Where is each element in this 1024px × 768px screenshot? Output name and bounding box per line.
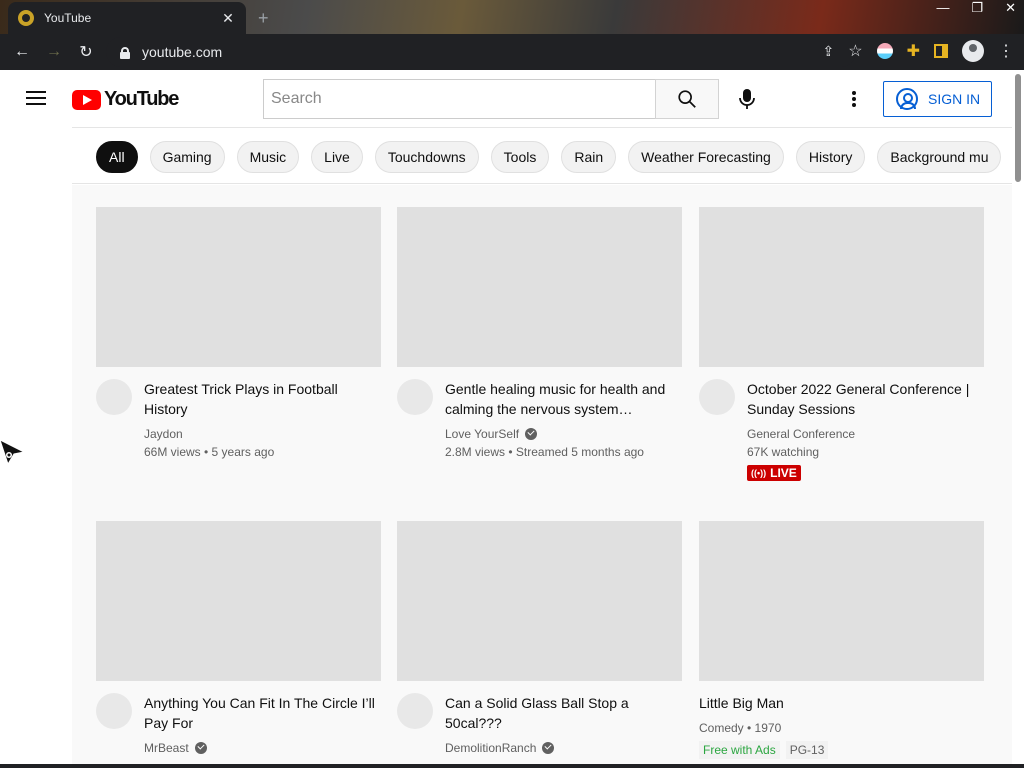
verified-check-icon <box>542 742 555 754</box>
filter-chip[interactable]: All <box>96 141 138 173</box>
channel-avatar[interactable] <box>699 379 735 415</box>
logo-text: YouTube <box>104 88 179 110</box>
video-card[interactable]: Greatest Trick Plays in Football History… <box>96 207 381 461</box>
channel-avatar[interactable] <box>96 379 132 415</box>
filter-chip[interactable]: Live <box>311 141 363 173</box>
bookmark-star-icon[interactable]: ☆ <box>848 41 862 61</box>
microphone-icon <box>739 89 755 109</box>
live-label: LIVE <box>770 466 797 480</box>
share-icon[interactable]: ⇪ <box>823 43 835 60</box>
video-thumbnail[interactable] <box>96 207 381 367</box>
chips-fade <box>1000 128 1012 183</box>
filter-chip[interactable]: Tools <box>490 141 550 173</box>
channel-name[interactable]: DemolitionRanch <box>445 739 536 757</box>
page-scrollbar[interactable] <box>1012 70 1024 764</box>
lock-icon[interactable] <box>120 46 130 59</box>
channel-avatar[interactable] <box>397 693 433 729</box>
video-stats: 2.8M views • Streamed 5 months ago <box>445 445 644 459</box>
video-thumbnail[interactable] <box>96 521 381 681</box>
search-button[interactable] <box>655 79 719 119</box>
toolbar-actions: ⇪ ☆ ✚ ⋮ <box>823 40 1014 62</box>
window-close-icon[interactable]: ✕ <box>1005 0 1016 16</box>
free-with-ads-badge: Free with Ads <box>699 741 780 759</box>
filter-chip[interactable]: Rain <box>561 141 617 173</box>
account-circle-icon <box>896 88 918 110</box>
video-thumbnail[interactable] <box>699 207 984 367</box>
browser-menu-icon[interactable]: ⋮ <box>998 41 1014 61</box>
video-stats: 66M views • 5 years ago <box>144 445 275 459</box>
youtube-logo[interactable]: YouTube <box>72 88 179 111</box>
filter-chip[interactable]: Gaming <box>149 141 225 173</box>
sign-in-label: SIGN IN <box>928 91 981 107</box>
minimize-icon[interactable]: — <box>936 0 949 16</box>
movie-genre-year: Comedy • 1970 <box>699 721 782 735</box>
address-text[interactable]: youtube.com <box>142 44 222 60</box>
search-placeholder: Search <box>271 90 322 107</box>
video-grid: Greatest Trick Plays in Football History… <box>72 185 1012 764</box>
scrollbar-thumb[interactable] <box>1015 74 1021 182</box>
window-controls: — ❐ ✕ <box>936 0 1016 16</box>
channel-name[interactable]: Jaydon <box>144 425 183 443</box>
video-card[interactable]: Can a Solid Glass Ball Stop a 50cal??? D… <box>397 521 682 757</box>
new-tab-button[interactable]: + <box>258 8 269 29</box>
forward-icon[interactable]: → <box>38 43 70 61</box>
video-thumbnail[interactable] <box>397 207 682 367</box>
youtube-header: YouTube Search SIGN IN <box>0 70 1012 126</box>
extensions-puzzle-icon[interactable]: ✚ <box>907 41 920 61</box>
search-input[interactable]: Search <box>263 79 656 119</box>
sign-in-button[interactable]: SIGN IN <box>883 81 992 117</box>
video-thumbnail[interactable] <box>699 521 984 681</box>
browser-tabstrip: YouTube ✕ + — ❐ ✕ <box>0 0 1024 34</box>
video-stats: 67K watching <box>747 445 820 459</box>
filter-chip[interactable]: History <box>795 141 866 173</box>
channel-avatar[interactable] <box>96 693 132 729</box>
channel-name[interactable]: MrBeast <box>144 739 189 757</box>
filter-chip[interactable]: Music <box>236 141 300 173</box>
settings-more-icon[interactable] <box>846 88 862 110</box>
browser-toolbar: ← → ↻ youtube.com ⇪ ☆ ✚ ⋮ <box>0 34 1024 70</box>
channel-avatar[interactable] <box>397 379 433 415</box>
channel-name[interactable]: General Conference <box>747 425 855 443</box>
mouse-cursor-icon <box>0 439 26 466</box>
live-badge: ((•)) LIVE <box>747 465 801 481</box>
rating-badge: PG-13 <box>785 741 829 759</box>
video-title[interactable]: Anything You Can Fit In The Circle I’ll … <box>144 693 381 733</box>
youtube-play-icon <box>72 89 101 110</box>
address-bar[interactable]: youtube.com <box>106 37 856 67</box>
reload-icon[interactable]: ↻ <box>70 42 102 62</box>
video-card[interactable]: Anything You Can Fit In The Circle I’ll … <box>96 521 381 757</box>
voice-search-button[interactable] <box>731 83 763 115</box>
video-title[interactable]: Gentle healing music for health and calm… <box>445 379 682 419</box>
filter-chip[interactable]: Background mu <box>877 141 1002 173</box>
verified-check-icon <box>525 428 538 440</box>
verified-check-icon <box>194 742 207 754</box>
side-panel-icon[interactable] <box>934 44 948 58</box>
extension-flag-icon[interactable] <box>876 43 893 59</box>
youtube-favicon-icon <box>18 10 34 26</box>
channel-name[interactable]: Love YourSelf <box>445 425 519 443</box>
close-tab-icon[interactable]: ✕ <box>220 10 236 27</box>
video-thumbnail[interactable] <box>397 521 682 681</box>
restore-icon[interactable]: ❐ <box>971 0 983 16</box>
movie-card[interactable]: Little Big Man Comedy • 1970 Free with A… <box>699 521 984 759</box>
video-title[interactable]: Greatest Trick Plays in Football History <box>144 379 381 419</box>
video-title[interactable]: October 2022 General Conference | Sunday… <box>747 379 984 419</box>
browser-tab[interactable]: YouTube ✕ <box>8 2 246 34</box>
video-title[interactable]: Little Big Man <box>699 693 984 713</box>
video-title[interactable]: Can a Solid Glass Ball Stop a 50cal??? <box>445 693 682 733</box>
video-card[interactable]: October 2022 General Conference | Sunday… <box>699 207 984 481</box>
bottom-edge <box>0 764 1024 768</box>
filter-chip[interactable]: Touchdowns <box>374 141 479 173</box>
profile-avatar-icon[interactable] <box>962 40 984 62</box>
video-card[interactable]: Gentle healing music for health and calm… <box>397 207 682 461</box>
filter-chip[interactable]: Weather Forecasting <box>628 141 784 173</box>
live-broadcast-icon: ((•)) <box>751 468 767 478</box>
page-viewport: YouTube Search SIGN IN All Gaming Music Liv… <box>0 70 1024 764</box>
category-chips-bar: All Gaming Music Live Touchdowns Tools Rain Wea… <box>72 127 1012 184</box>
tab-title: YouTube <box>44 11 92 25</box>
search-icon <box>678 90 696 108</box>
menu-icon[interactable] <box>26 91 46 105</box>
back-icon[interactable]: ← <box>6 43 38 61</box>
